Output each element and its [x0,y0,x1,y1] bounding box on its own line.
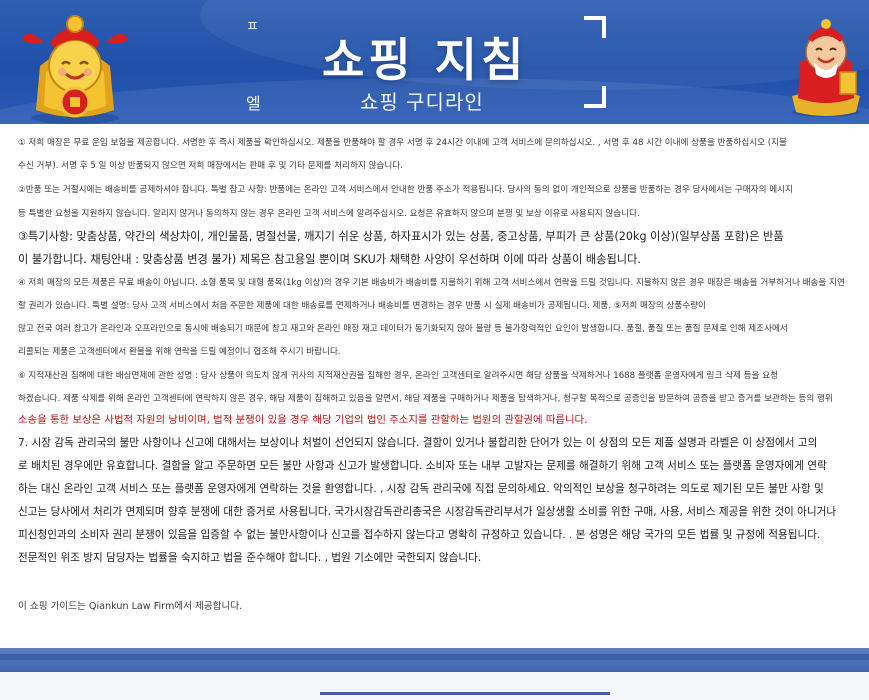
bracket-top-right [584,16,606,38]
paragraph-2-line-2: 등 특별한 요청을 지원하지 않습니다. 알리지 않거나 동의하지 않는 경우 … [18,209,640,219]
paragraph-5-line-1: 많고 전국 여러 창고가 온라인과 오프라인으로 동시에 배송되기 때문에 창고… [18,324,788,334]
paragraph-4-line-2: 할 권리가 있습니다. 특별 설명: 당사 고객 서비스에서 처음 주문한 제품… [18,301,706,311]
bracket-bottom-right [584,86,606,108]
next-section-peek [320,692,610,700]
paragraph-6-line-2: 하겠습니다. 제품 삭제를 위해 온라인 고객센터에 연락하지 않은 경우, 해… [18,394,833,404]
paragraph-7-line-3: 하는 대신 온라인 고객 서비스 또는 플랫폼 운영자에게 연락하는 것을 환영… [18,483,824,495]
paragraph-2-line-1: ②반품 또는 거절시에는 배송비를 공제하셔야 합니다. 특별 참고 사항: 반… [18,185,793,195]
paragraph-1-line-1: ① 저희 매장은 무료 운임 보험을 제공합니다. 서명한 후 즉시 제품을 확… [18,138,787,148]
paragraph-7-line-1: 7. 시장 감독 관리국의 불만 사항이나 신고에 대해서는 보상이나 처벌이 … [18,437,818,449]
legal-warning-line: 소송을 통한 보상은 사법적 자원의 낭비이며, 법적 분쟁이 있을 경우 해당… [18,414,588,426]
paragraph-7-line-5: 피신청인과의 소비자 권리 분쟁이 있음을 입증할 수 없는 불만사항이나 신고… [18,529,821,541]
footer-bar-stripe [0,654,869,660]
paragraph-3-line-1: ③특기사항: 맞춤상품, 약간의 색상차이, 개인물품, 명절선물, 깨지기 쉬… [18,230,784,243]
provider-credit: 이 쇼핑 가이드는 Qiankun Law Firm에서 제공합니다. [18,601,243,612]
banner-wave-top [200,0,869,90]
paragraph-1-line-2: 수신 거부). 서명 후 5 일 이상 반품되지 않으면 저희 매장에서는 판매… [18,161,403,171]
paragraph-4-line-1: ④ 저희 매장의 모든 제품은 무료 배송이 아닙니다. 소형 품목 및 대형 … [18,278,845,288]
page-title: 쇼핑 지침 [322,33,528,87]
paragraph-7-line-6: 전문적인 위조 방지 담당자는 법률을 숙지하고 법을 준수해야 합니다. , … [18,552,482,564]
footer-bar [0,648,869,672]
paragraph-5-line-2: 리콜되는 제품은 고객센터에서 환불을 위해 연락을 드릴 예정이니 협조해 주… [18,347,341,357]
page-subtitle: 쇼핑 구디라인 [360,90,484,114]
header-mini-text-bottom: 엘 [246,94,261,113]
paragraph-7-line-2: 로 배치된 경우에만 유효합니다. 결함을 알고 주문하면 모든 불만 사항과 … [18,460,827,472]
god-of-wealth-right-icon [792,19,860,117]
footer-strip [0,672,869,700]
paragraph-3-line-2: 이 불가합니다. 채팅안내 : 맞춤상품 변경 불가) 제목은 참고용일 뿐이며… [18,253,641,266]
paragraph-7-line-4: 신고는 당사에서 처리가 면제되며 향후 분쟁에 대한 증거로 사용됩니다. 국… [18,506,837,518]
guide-content: ① 저희 매장은 무료 운임 보험을 제공합니다. 서명한 후 즉시 제품을 확… [0,124,869,648]
header-mini-text-top: ㅍ [246,19,259,35]
paragraph-6-line-1: ⑥ 지적재산권 침해에 대한 배상면제에 관한 성명 : 당사 상품이 의도치 … [18,371,779,381]
header-banner: ㅍ 엘 쇼핑 지침 쇼핑 구디라인 [0,0,869,124]
god-of-wealth-left-icon [22,15,128,124]
